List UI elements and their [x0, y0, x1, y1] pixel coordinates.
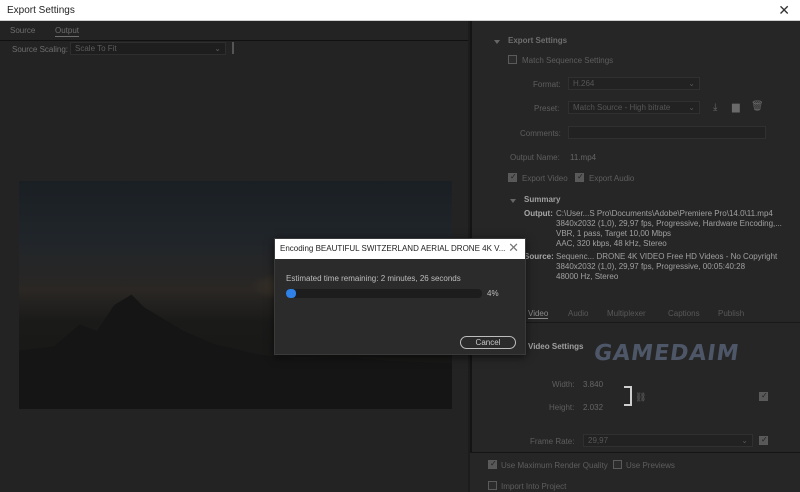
export-video-checkbox[interactable] [508, 172, 517, 182]
time-remaining-text: Estimated time remaining: 2 minutes, 26 … [286, 274, 461, 283]
watermark-logo: GAMEDAIM [592, 341, 742, 366]
match-sequence-label: Match Sequence Settings [522, 56, 614, 65]
summary-line: C:\User...S Pro\Documents\Adobe\Premiere… [556, 209, 773, 218]
collapse-triangle-icon[interactable] [494, 40, 500, 44]
export-settings-title: Export Settings [508, 36, 568, 45]
comments-label: Comments: [520, 129, 561, 138]
source-scaling-value: Scale To Fit [75, 44, 117, 53]
dialog-titlebar: Encoding BEAUTIFUL SWITZERLAND AERIAL DR… [275, 239, 525, 259]
summary-source-text: Sequenc... DRONE 4K VIDEO Free HD Videos… [556, 252, 777, 282]
height-value[interactable]: 2.032 [583, 403, 603, 412]
source-scaling-label: Source Scaling: [12, 45, 69, 54]
chevron-down-icon: ⌄ [741, 436, 748, 445]
tab-multiplexer[interactable]: Multiplexer [607, 309, 646, 318]
preset-value: Match Source - High bitrate [573, 103, 671, 112]
use-previews-checkbox[interactable] [613, 460, 622, 469]
progress-bar [286, 289, 482, 298]
crop-handle[interactable] [232, 42, 234, 54]
use-previews-label: Use Previews [626, 461, 675, 470]
tab-audio[interactable]: Audio [568, 309, 588, 318]
chevron-down-icon: ⌄ [688, 79, 695, 88]
summary-line: VBR, 1 pass, Target 10,00 Mbps [556, 229, 672, 238]
summary-line: 3840x2032 (1,0), 29,97 fps, Progressive,… [556, 219, 782, 228]
progress-percent: 4% [487, 289, 499, 298]
summary-source-key: Source: [524, 252, 554, 261]
divider [0, 40, 468, 41]
import-into-project-label: Import Into Project [501, 482, 567, 491]
collapse-triangle-icon[interactable] [510, 199, 516, 203]
frame-rate-label: Frame Rate: [530, 437, 575, 446]
source-scaling-select[interactable]: Scale To Fit ⌄ [70, 42, 226, 55]
max-render-quality-checkbox[interactable] [488, 459, 497, 469]
format-select[interactable]: H.264 ⌄ [568, 77, 700, 90]
window-title: Export Settings [7, 5, 75, 16]
cancel-button[interactable]: Cancel [460, 336, 516, 349]
frame-rate-value: 29,97 [588, 436, 609, 445]
output-name-label: Output Name: [510, 153, 560, 162]
tab-video[interactable]: Video [528, 309, 549, 319]
video-settings-title: Video Settings [528, 342, 584, 351]
summary-title: Summary [524, 195, 561, 204]
summary-output-key: Output: [524, 209, 553, 218]
save-preset-icon[interactable]: ⤓ [713, 102, 717, 113]
comments-input[interactable] [568, 126, 766, 139]
frame-rate-select[interactable]: 29,97 ⌄ [583, 434, 753, 447]
export-audio-label: Export Audio [589, 174, 635, 183]
summary-line: 48000 Hz, Stereo [556, 272, 619, 281]
progress-fill [286, 289, 296, 298]
tab-publish[interactable]: Publish [718, 309, 744, 318]
match-sequence-checkbox[interactable] [508, 55, 517, 64]
import-into-project-checkbox[interactable] [488, 481, 497, 490]
summary-line: AAC, 320 kbps, 48 kHz, Stereo [556, 239, 667, 248]
chevron-down-icon: ⌄ [688, 103, 695, 112]
match-source-dimensions-checkbox[interactable] [759, 391, 768, 401]
height-label: Height: [549, 403, 575, 412]
tab-captions[interactable]: Captions [668, 309, 700, 318]
delete-preset-icon[interactable]: 🗑 [751, 101, 764, 112]
dialog-title: Encoding BEAUTIFUL SWITZERLAND AERIAL DR… [280, 244, 506, 253]
tab-output[interactable]: Output [55, 26, 80, 37]
max-render-quality-label: Use Maximum Render Quality [501, 461, 608, 470]
chevron-down-icon: ⌄ [214, 44, 221, 53]
output-name-link[interactable]: 11.mp4 [570, 153, 596, 162]
width-value[interactable]: 3.840 [583, 380, 603, 389]
import-preset-icon[interactable]: ▆ [732, 102, 740, 113]
render-options-bar: Use Maximum Render Quality Use Previews … [470, 452, 800, 492]
chain-link-icon[interactable]: ⛓ [635, 392, 646, 403]
export-video-label: Export Video [522, 174, 568, 183]
format-value: H.264 [573, 79, 595, 88]
preset-select[interactable]: Match Source - High bitrate ⌄ [568, 101, 700, 114]
preset-label: Preset: [534, 104, 560, 113]
window-titlebar: Export Settings ✕ [0, 0, 800, 21]
match-source-framerate-checkbox[interactable] [759, 435, 768, 445]
summary-output-text: C:\User...S Pro\Documents\Adobe\Premiere… [556, 209, 782, 249]
export-audio-checkbox[interactable] [575, 172, 584, 182]
format-label: Format: [533, 80, 561, 89]
summary-line: Sequenc... DRONE 4K VIDEO Free HD Videos… [556, 252, 778, 261]
window-close-icon[interactable]: ✕ [778, 2, 790, 18]
width-label: Width: [552, 380, 575, 389]
dialog-close-icon[interactable]: ✕ [508, 241, 519, 255]
aspect-link-bracket [624, 386, 632, 406]
encoding-dialog: Encoding BEAUTIFUL SWITZERLAND AERIAL DR… [274, 238, 526, 355]
tab-source[interactable]: Source [10, 26, 35, 35]
summary-line: 3840x2032 (1,0), 29,97 fps, Progressive,… [556, 262, 746, 271]
